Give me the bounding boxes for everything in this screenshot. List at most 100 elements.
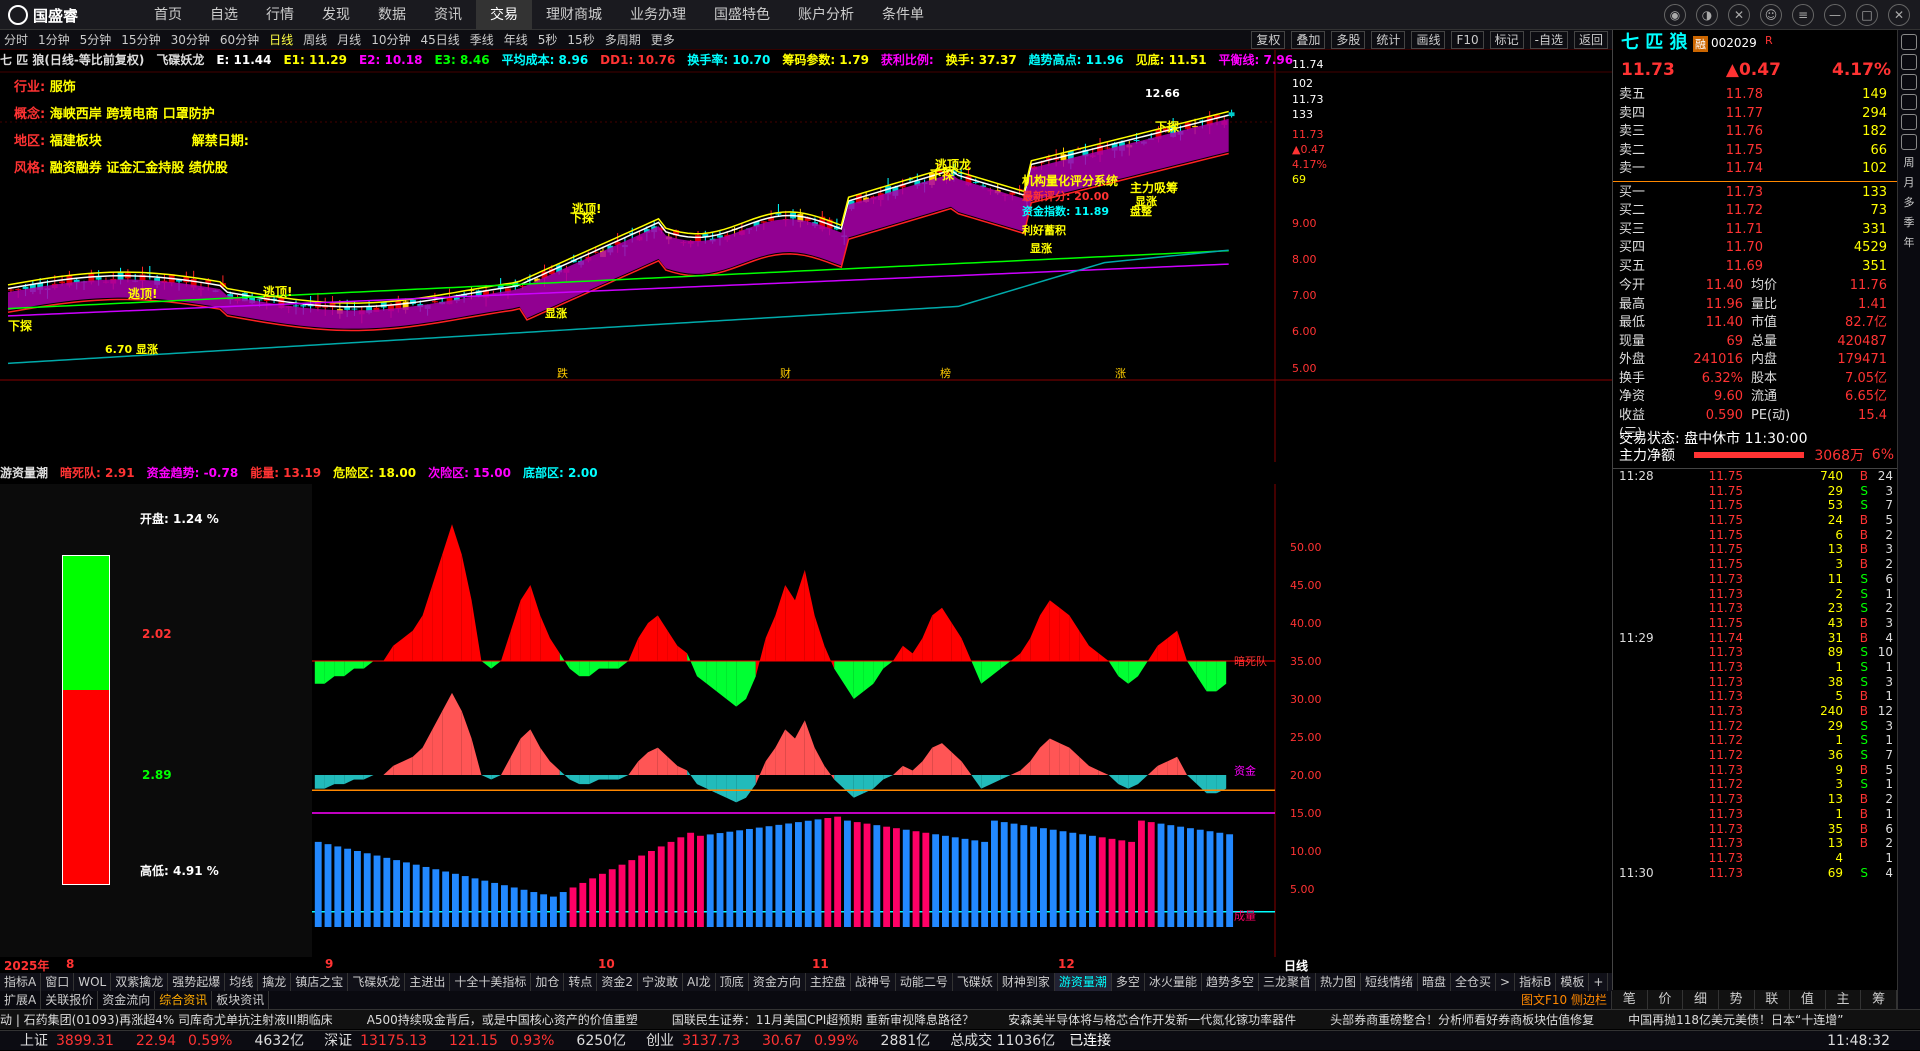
quote-tab-1[interactable]: 价: [1648, 990, 1684, 1009]
extension-tab-0[interactable]: 扩展A: [0, 991, 42, 1009]
sub-indicator-name[interactable]: 游资量潮: [0, 463, 48, 483]
news-item[interactable]: 中国再抛118亿美元美债！日本“十连增”: [1628, 1013, 1843, 1027]
message-icon[interactable]: ◉: [1664, 4, 1686, 26]
indicator-tab-17[interactable]: 资金方向: [749, 973, 806, 991]
period-0[interactable]: 分时: [4, 30, 28, 50]
buys-row-2[interactable]: 买三 11.71 331: [1613, 221, 1898, 240]
sells-row-0[interactable]: 卖五 11.78 149: [1613, 86, 1898, 105]
indicator-tab-34[interactable]: 模板: [1556, 973, 1590, 991]
indicator-tab-16[interactable]: 顶底: [716, 973, 749, 991]
quote-tab-4[interactable]: 联: [1755, 990, 1791, 1009]
indicator-tab-31[interactable]: 全仓买: [1451, 973, 1497, 991]
nav-item-6[interactable]: 交易: [476, 0, 532, 30]
indicator-tab-26[interactable]: 趋势多空: [1202, 973, 1259, 991]
nav-item-4[interactable]: 数据: [364, 0, 420, 30]
tick-list[interactable]: 11:28 11.75 740 B 24 11.75 29 S 3 11.75 53 S 7 11.75 2…: [1613, 468, 1898, 880]
tool-button-8[interactable]: 返回: [1573, 31, 1608, 49]
indicator-tab-20[interactable]: 动能二号: [896, 973, 953, 991]
buys-row-0[interactable]: 买一 11.73 133: [1613, 184, 1898, 203]
quote-tab-0[interactable]: 笔: [1612, 990, 1648, 1009]
news-item[interactable]: A500持续吸金背后，或是中国核心资产的价值重塑: [367, 1013, 638, 1027]
period-1[interactable]: 1分钟: [38, 30, 70, 50]
indicator-tab-11[interactable]: 加仓: [531, 973, 565, 991]
settings-icon[interactable]: [1901, 94, 1917, 110]
tool-button-3[interactable]: 统计: [1371, 31, 1406, 49]
nav-item-7[interactable]: 理财商城: [532, 0, 616, 30]
nav-item-1[interactable]: 自选: [196, 0, 252, 30]
period-side-3[interactable]: 季: [1904, 214, 1915, 230]
period-13[interactable]: 5秒: [538, 30, 558, 50]
quote-tab-2[interactable]: 细: [1683, 990, 1719, 1009]
minimize-icon[interactable]: —: [1824, 4, 1846, 26]
indicator-tab-21[interactable]: 飞碟妖: [953, 973, 998, 991]
skin-icon[interactable]: ◑: [1696, 4, 1718, 26]
period-15[interactable]: 多周期: [605, 30, 641, 50]
period-2[interactable]: 5分钟: [80, 30, 112, 50]
nav-item-9[interactable]: 国盛特色: [700, 0, 784, 30]
indicator-tab-13[interactable]: 资金2: [597, 973, 639, 991]
news-item[interactable]: 动 | 石药集团(01093)再涨超4% 司库奇尤单抗注射液III期临床: [0, 1013, 333, 1027]
indicator-tab-3[interactable]: 双紫擒龙: [111, 973, 169, 991]
extension-tab-4[interactable]: 板块资讯: [212, 991, 270, 1009]
chart-icon[interactable]: [1901, 54, 1917, 70]
extension-tab-1[interactable]: 关联报价: [41, 991, 99, 1009]
period-12[interactable]: 年线: [504, 30, 528, 50]
indicator-tab-22[interactable]: 财神到家: [998, 973, 1055, 991]
quote-tab-5[interactable]: 值: [1790, 990, 1826, 1009]
close-icon[interactable]: ✕: [1888, 4, 1910, 26]
indicator-tab-33[interactable]: 指标B: [1515, 973, 1557, 991]
period-16[interactable]: 更多: [651, 30, 675, 50]
indicator-tab-19[interactable]: 战神号: [851, 973, 896, 991]
period-3[interactable]: 15分钟: [121, 30, 160, 50]
indicator-tab-35[interactable]: +: [1589, 973, 1609, 991]
nav-item-5[interactable]: 资讯: [420, 0, 476, 30]
indicator-tab-15[interactable]: AI龙: [683, 973, 716, 991]
period-side-4[interactable]: 年: [1904, 234, 1915, 250]
indicator-tab-32[interactable]: >: [1496, 973, 1516, 991]
tool-button-1[interactable]: 叠加: [1291, 31, 1326, 49]
maximize-icon[interactable]: □: [1856, 4, 1878, 26]
quote-tab-6[interactable]: 主: [1826, 990, 1862, 1009]
period-4[interactable]: 30分钟: [171, 30, 210, 50]
indicator-tab-2[interactable]: WOL: [74, 973, 112, 991]
indicator-tab-25[interactable]: 冰火量能: [1145, 973, 1202, 991]
period-5[interactable]: 60分钟: [220, 30, 259, 50]
index-1[interactable]: 深证 13175.13 121.15 0.93% 6250亿: [324, 1033, 626, 1049]
index-2[interactable]: 创业 3137.73 30.67 0.99% 2881亿: [646, 1033, 930, 1049]
extension-tab-2[interactable]: 资金流向: [98, 991, 156, 1009]
tool-button-5[interactable]: F10: [1451, 31, 1484, 49]
nav-item-0[interactable]: 首页: [140, 0, 196, 30]
nav-item-2[interactable]: 行情: [252, 0, 308, 30]
tool-button-0[interactable]: 复权: [1251, 31, 1286, 49]
grid-icon[interactable]: [1901, 74, 1917, 90]
nav-item-8[interactable]: 业务办理: [616, 0, 700, 30]
indicator-tab-30[interactable]: 暗盘: [1418, 973, 1452, 991]
indicator-tab-28[interactable]: 热力图: [1316, 973, 1361, 991]
period-14[interactable]: 15秒: [567, 30, 594, 50]
period-10[interactable]: 45日线: [420, 30, 459, 50]
period-11[interactable]: 季线: [470, 30, 494, 50]
indicator-tab-5[interactable]: 均线: [225, 973, 259, 991]
indicator-tab-4[interactable]: 强势起爆: [168, 973, 226, 991]
tool-button-6[interactable]: 标记: [1489, 31, 1524, 49]
indicator-tab-24[interactable]: 多空: [1112, 973, 1145, 991]
index-0[interactable]: 上证 3899.31 22.94 0.59% 4632亿: [20, 1033, 304, 1049]
period-side-2[interactable]: 多: [1904, 194, 1915, 210]
sells-row-1[interactable]: 卖四 11.77 294: [1613, 105, 1898, 124]
buys-row-1[interactable]: 买二 11.72 73: [1613, 202, 1898, 221]
sells-row-2[interactable]: 卖三 11.76 182: [1613, 123, 1898, 142]
list-icon[interactable]: [1901, 114, 1917, 130]
sub-indicator-chart[interactable]: 50.00 45.00 40.00 35.00 30.00 25.00 20.00 15.00…: [312, 484, 1612, 957]
period-8[interactable]: 月线: [337, 30, 361, 50]
nav-item-3[interactable]: 发现: [308, 0, 364, 30]
indicator-tab-10[interactable]: 十全十美指标: [450, 973, 532, 991]
indicator-tab-1[interactable]: 窗口: [41, 973, 75, 991]
sells-row-3[interactable]: 卖二 11.75 66: [1613, 142, 1898, 161]
tool-button-4[interactable]: 画线: [1411, 31, 1446, 49]
buys-row-4[interactable]: 买五 11.69 351: [1613, 258, 1898, 277]
tool-button-7[interactable]: -自选: [1529, 31, 1568, 49]
quote-tab-3[interactable]: 势: [1719, 990, 1755, 1009]
sidebar-toggle[interactable]: 图文F10 侧边栏: [1517, 991, 1612, 1009]
indicator-tab-8[interactable]: 飞碟妖龙: [348, 973, 406, 991]
period-side-0[interactable]: 周: [1904, 154, 1915, 170]
